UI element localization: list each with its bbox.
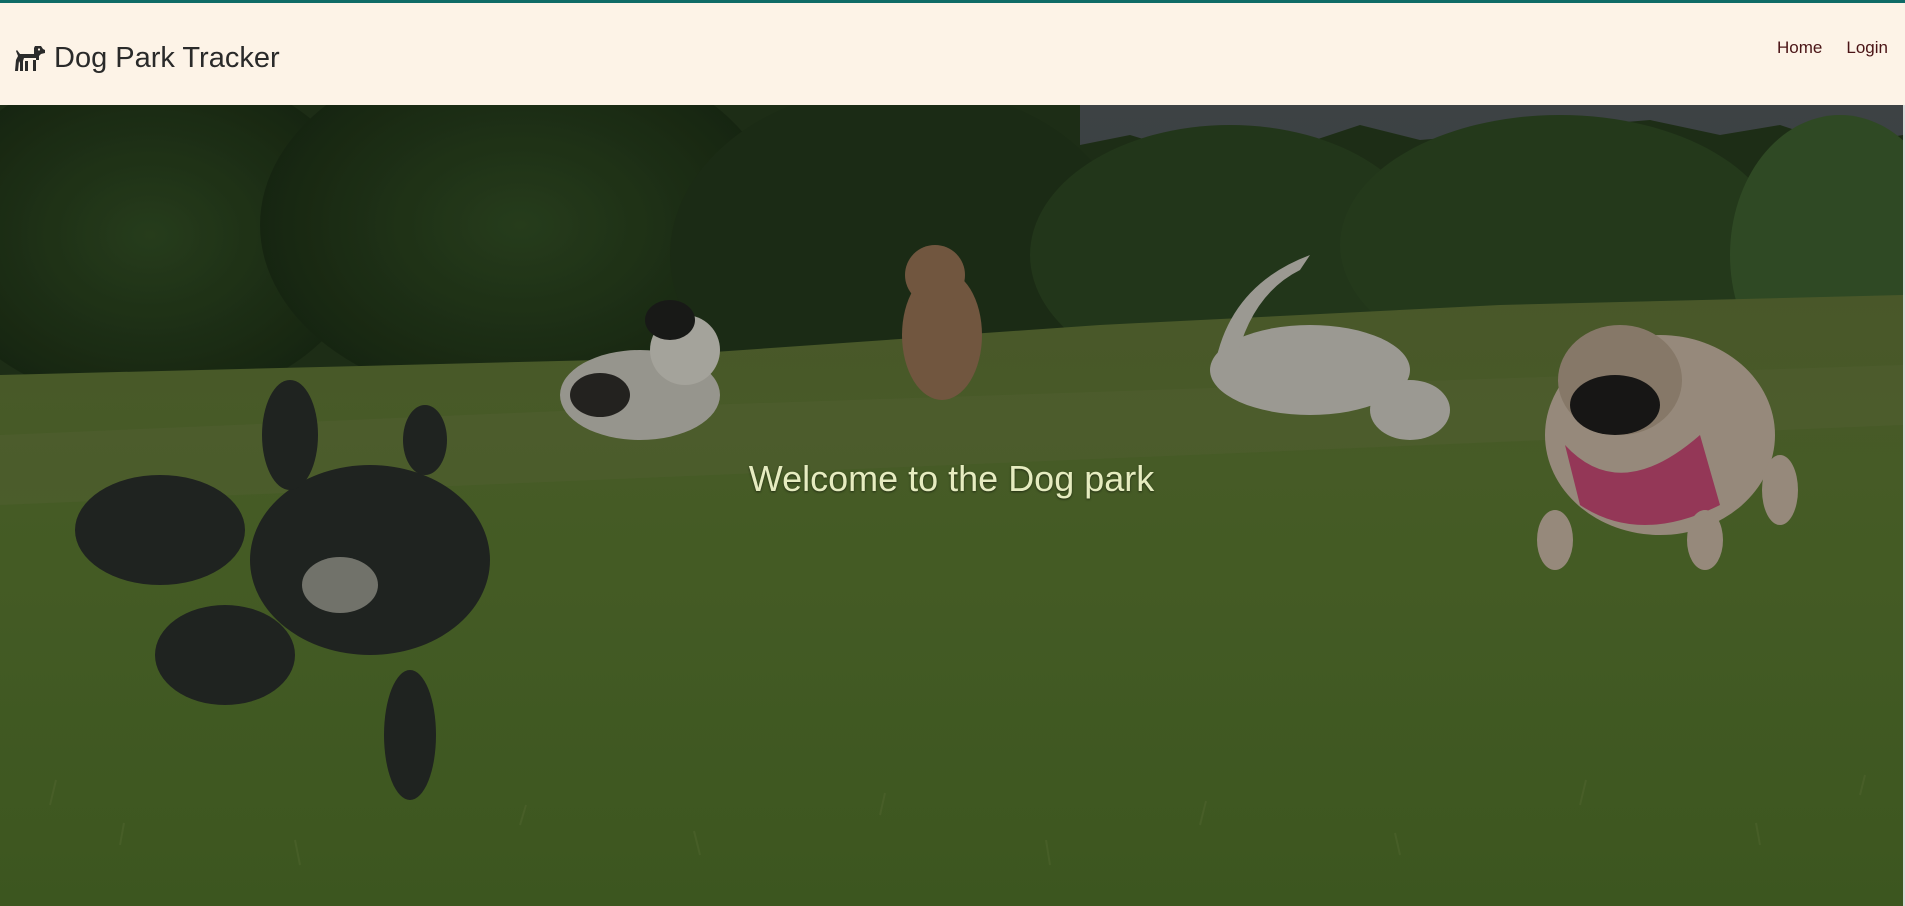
dog-icon <box>14 43 46 73</box>
nav-login-link[interactable]: Login <box>1846 36 1888 60</box>
brand-link[interactable]: Dog Park Tracker <box>14 41 280 75</box>
hero-title: Welcome to the Dog park <box>748 458 1155 499</box>
hero-section: Welcome to the Dog park <box>0 105 1903 906</box>
nav-home-link[interactable]: Home <box>1777 36 1822 60</box>
main-nav: Home Login <box>1753 36 1888 60</box>
brand-title: Dog Park Tracker <box>54 42 280 74</box>
hero-dim-overlay <box>0 105 1903 906</box>
navbar: Dog Park Tracker Home Login <box>0 3 1905 105</box>
